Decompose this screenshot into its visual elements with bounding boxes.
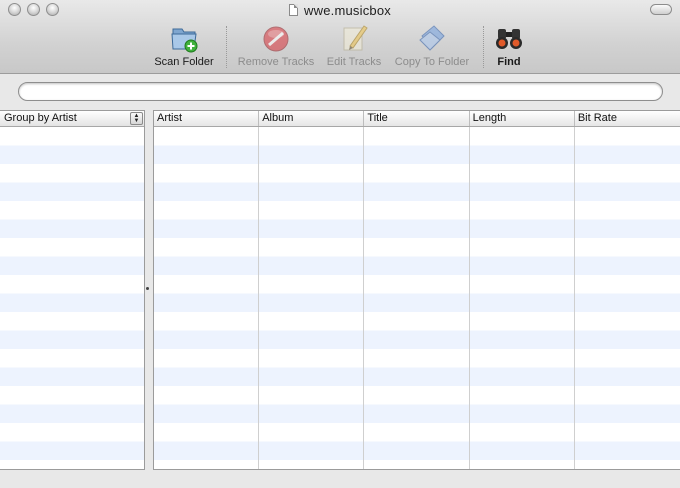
remove-tracks-label: Remove Tracks: [237, 56, 315, 68]
scan-folder-icon: [171, 28, 198, 53]
toolbar-separator: [226, 26, 227, 68]
binoculars-icon: [496, 29, 522, 49]
window-title: wwe.musicbox: [304, 3, 391, 18]
group-pane: Group by Artist ▲ ▼: [0, 110, 145, 470]
edit-tracks-button[interactable]: Edit Tracks: [322, 22, 386, 68]
pencil-icon: [343, 25, 368, 51]
window-bottom-bar: [0, 472, 680, 488]
column-header-artist[interactable]: Artist: [154, 111, 260, 126]
column-header-album[interactable]: Album: [259, 111, 365, 126]
popup-arrows-icon: ▲ ▼: [130, 112, 143, 125]
copy-to-folder-button[interactable]: Copy To Folder: [388, 22, 476, 68]
column-header-length[interactable]: Length: [470, 111, 575, 126]
tracks-table-body[interactable]: [154, 127, 680, 469]
remove-icon: [263, 26, 289, 52]
tracks-table: Artist Album Title Length Bit Rate: [153, 110, 680, 470]
table-header: Artist Album Title Length Bit Rate: [154, 111, 680, 127]
window-chrome: wwe.musicbox Scan Folder Remove Tracks E…: [0, 0, 680, 74]
column-header-bit-rate[interactable]: Bit Rate: [575, 111, 680, 126]
edit-tracks-label: Edit Tracks: [326, 56, 382, 68]
search-field[interactable]: [18, 82, 663, 101]
toolbar-separator: [483, 26, 484, 68]
column-header-title[interactable]: Title: [364, 111, 470, 126]
toolbar-toggle-button[interactable]: [650, 4, 672, 15]
find-label: Find: [497, 56, 521, 68]
scan-folder-label: Scan Folder: [154, 56, 214, 68]
window-title-bar: wwe.musicbox: [0, 3, 680, 18]
splitter-handle[interactable]: [146, 287, 149, 290]
group-list[interactable]: [0, 127, 144, 469]
group-by-label: Group by Artist: [4, 112, 77, 124]
copy-folder-icon: [419, 25, 445, 51]
document-icon: [289, 4, 299, 16]
remove-tracks-button[interactable]: Remove Tracks: [234, 22, 318, 68]
find-button[interactable]: Find: [490, 22, 528, 68]
copy-to-folder-label: Copy To Folder: [394, 56, 470, 68]
column-dividers: [154, 127, 680, 469]
scan-folder-button[interactable]: Scan Folder: [150, 22, 218, 68]
group-by-popup[interactable]: Group by Artist ▲ ▼: [0, 111, 144, 127]
